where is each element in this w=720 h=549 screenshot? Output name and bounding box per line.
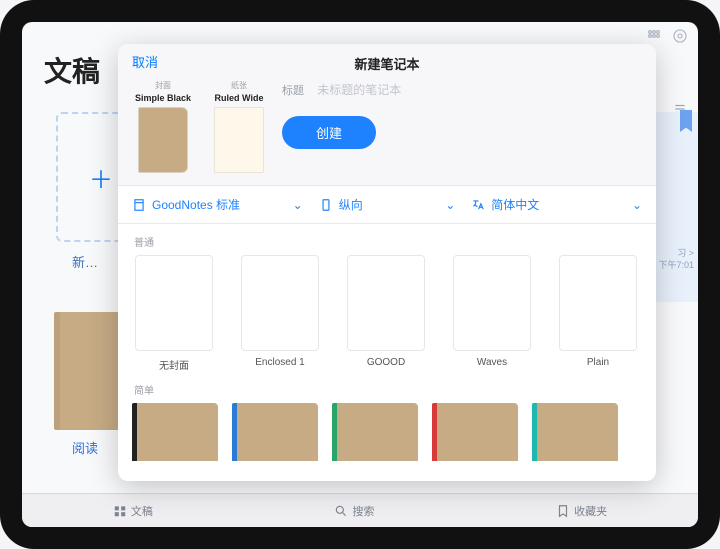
template-gallery: 普通 无封面 Enclosed 1 GOOOD [118, 224, 656, 481]
modal-header: 取消 新建笔记本 封面 Simple Black 纸张 Ruled Wide [118, 44, 656, 186]
chevron-down-icon: ⌄ [293, 198, 303, 212]
language-filter-label: 简体中文 [491, 196, 539, 213]
tab-search-label: 搜索 [352, 503, 374, 519]
template-waves[interactable]: Waves [450, 255, 534, 372]
search-icon [334, 504, 348, 518]
bg-toolbar [646, 28, 688, 44]
template-enclosed1[interactable]: Enclosed 1 [238, 255, 322, 372]
modal-title: 新建笔记本 [354, 54, 419, 73]
template-row-1[interactable]: 无封面 Enclosed 1 GOOOD Waves [132, 255, 656, 372]
page-title: 文稿 [44, 50, 100, 90]
section-simple-label: 简单 [134, 382, 656, 397]
create-button[interactable]: 创建 [282, 116, 376, 149]
template-swatch [347, 255, 425, 351]
template-swatch [241, 255, 319, 351]
orientation-filter-label: 纵向 [339, 196, 363, 213]
paper-preview-swatch [214, 107, 264, 173]
template-row-2[interactable] [132, 403, 656, 461]
paper-name: Ruled Wide [206, 93, 272, 103]
orientation-icon [319, 198, 333, 212]
plus-icon: ＋ [89, 160, 113, 195]
tab-favorites-label: 收藏夹 [574, 503, 607, 519]
notebook-cover-green[interactable] [332, 403, 418, 461]
template-name: Enclosed 1 [238, 357, 322, 368]
grid-icon [646, 28, 662, 44]
cover-name: Simple Black [130, 93, 196, 103]
section-plain-label: 普通 [134, 234, 656, 249]
filter-bar: GoodNotes 标准 ⌄ 纵向 ⌄ 简体中文 ⌄ [118, 186, 656, 224]
notebook-cover-blue[interactable] [232, 403, 318, 461]
title-input[interactable] [317, 83, 644, 97]
template-swatch [453, 255, 531, 351]
template-plain[interactable]: Plain [556, 255, 640, 372]
size-filter-label: GoodNotes 标准 [152, 196, 240, 213]
new-notebook-modal: 取消 新建笔记本 封面 Simple Black 纸张 Ruled Wide [118, 44, 656, 481]
page-size-icon [132, 198, 146, 212]
template-swatch [559, 255, 637, 351]
documents-icon [113, 504, 127, 518]
side-meta: 习 > 下午7:01 [658, 248, 694, 271]
orientation-filter[interactable]: 纵向 ⌄ [315, 194, 460, 215]
template-name: Plain [556, 357, 640, 368]
side-meta-line1: 习 > [658, 248, 694, 260]
language-icon [471, 198, 485, 212]
template-name: Waves [450, 357, 534, 368]
tab-search[interactable]: 搜索 [334, 503, 374, 519]
size-filter[interactable]: GoodNotes 标准 ⌄ [128, 194, 307, 215]
template-swatch [135, 255, 213, 351]
chevron-down-icon: ⌄ [445, 198, 455, 212]
paper-caption: 纸张 [206, 80, 272, 91]
chevron-down-icon: ⌄ [632, 198, 642, 212]
gear-icon[interactable] [672, 28, 688, 44]
tab-favorites[interactable]: 收藏夹 [556, 503, 607, 519]
bookmark-icon [680, 110, 692, 132]
template-name: GOOOD [344, 357, 428, 368]
read-label: 阅读 [72, 438, 98, 457]
device-frame: 文稿 ＋ 新… 阅读 习 > 下午7:01 文稿 [0, 0, 720, 549]
paper-preview[interactable]: 纸张 Ruled Wide [206, 80, 272, 173]
tab-documents[interactable]: 文稿 [113, 503, 153, 519]
new-label: 新… [72, 252, 98, 271]
bookmark-tab-icon [556, 504, 570, 518]
tab-documents-label: 文稿 [131, 503, 153, 519]
cover-caption: 封面 [130, 80, 196, 91]
notebook-cover-red[interactable] [432, 403, 518, 461]
title-field-label: 标题 [282, 82, 307, 98]
template-goood[interactable]: GOOOD [344, 255, 428, 372]
notebook-cover-black[interactable] [132, 403, 218, 461]
template-none[interactable]: 无封面 [132, 255, 216, 372]
notebook-cover-teal[interactable] [532, 403, 618, 461]
cancel-button[interactable]: 取消 [132, 52, 158, 71]
cover-preview-swatch [138, 107, 188, 173]
language-filter[interactable]: 简体中文 ⌄ [467, 194, 646, 215]
template-name: 无封面 [132, 357, 216, 372]
form-area: 标题 创建 [282, 80, 644, 173]
side-meta-line2: 下午7:01 [658, 260, 694, 272]
screen: 文稿 ＋ 新… 阅读 习 > 下午7:01 文稿 [22, 22, 698, 527]
cover-preview[interactable]: 封面 Simple Black [130, 80, 196, 173]
tab-bar: 文稿 搜索 收藏夹 [22, 493, 698, 527]
